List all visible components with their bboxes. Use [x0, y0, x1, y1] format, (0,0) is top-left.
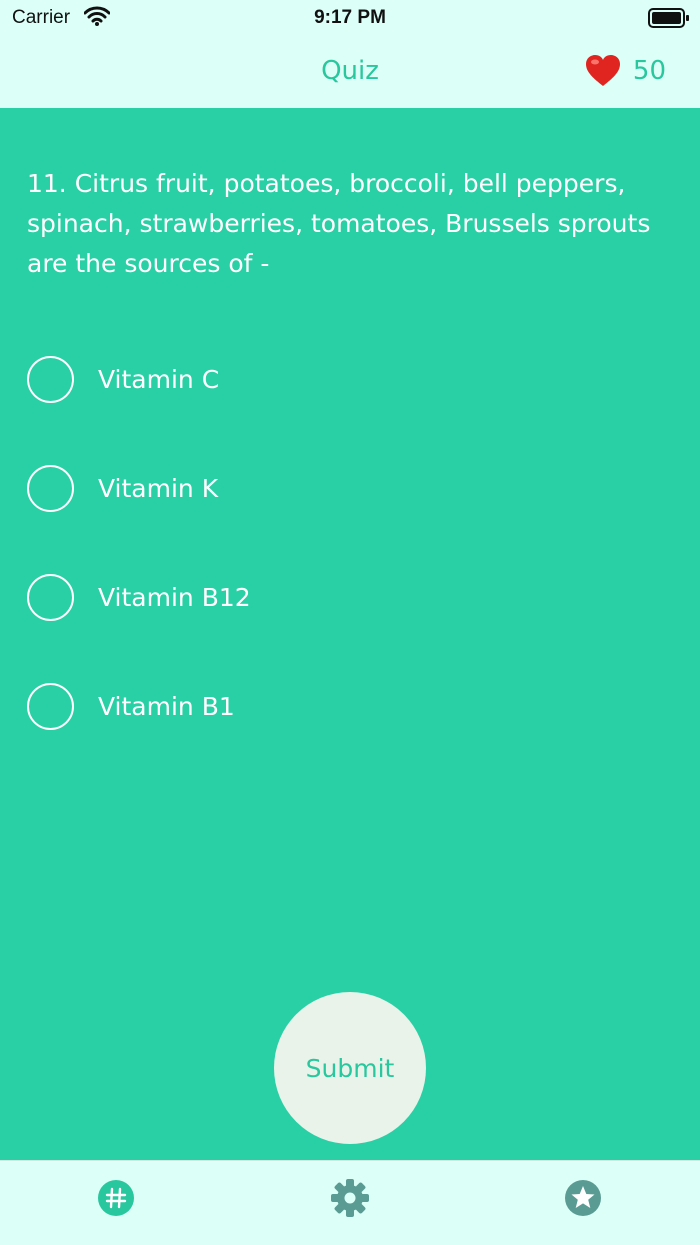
- tab-favorites[interactable]: [563, 1178, 603, 1218]
- radio-button[interactable]: [27, 464, 74, 512]
- lives-count: 50: [632, 56, 666, 86]
- option-vitamin-b1[interactable]: Vitamin B1: [27, 680, 667, 732]
- option-label: Vitamin B12: [98, 582, 251, 612]
- hashtag-icon: [98, 1180, 134, 1216]
- option-vitamin-k[interactable]: Vitamin K: [27, 462, 667, 514]
- answer-options: Vitamin C Vitamin K Vitamin B12 Vitamin …: [27, 353, 667, 789]
- radio-button[interactable]: [27, 682, 74, 730]
- option-label: Vitamin B1: [98, 691, 235, 721]
- option-label: Vitamin K: [98, 473, 219, 503]
- status-bar: Carrier 9:17 PM: [0, 0, 700, 40]
- option-vitamin-c[interactable]: Vitamin C: [27, 353, 667, 405]
- radio-button[interactable]: [27, 355, 74, 403]
- radio-button[interactable]: [27, 573, 74, 621]
- question-text: 11. Citrus fruit, potatoes, broccoli, be…: [27, 169, 651, 278]
- star-icon: [565, 1180, 601, 1216]
- status-time: 9:17 PM: [314, 7, 386, 28]
- heart-icon: [585, 55, 620, 86]
- lives-indicator: 50: [585, 54, 666, 88]
- option-label: Vitamin C: [98, 364, 220, 394]
- nav-bar: Quiz 50: [0, 40, 700, 108]
- submit-button[interactable]: Submit: [274, 992, 426, 1144]
- tab-quiz[interactable]: [96, 1178, 136, 1218]
- gear-icon: [331, 1179, 369, 1217]
- option-vitamin-b12[interactable]: Vitamin B12: [27, 571, 667, 623]
- tab-settings[interactable]: [330, 1178, 370, 1218]
- battery-icon: [648, 8, 690, 33]
- tab-bar: [0, 1160, 700, 1245]
